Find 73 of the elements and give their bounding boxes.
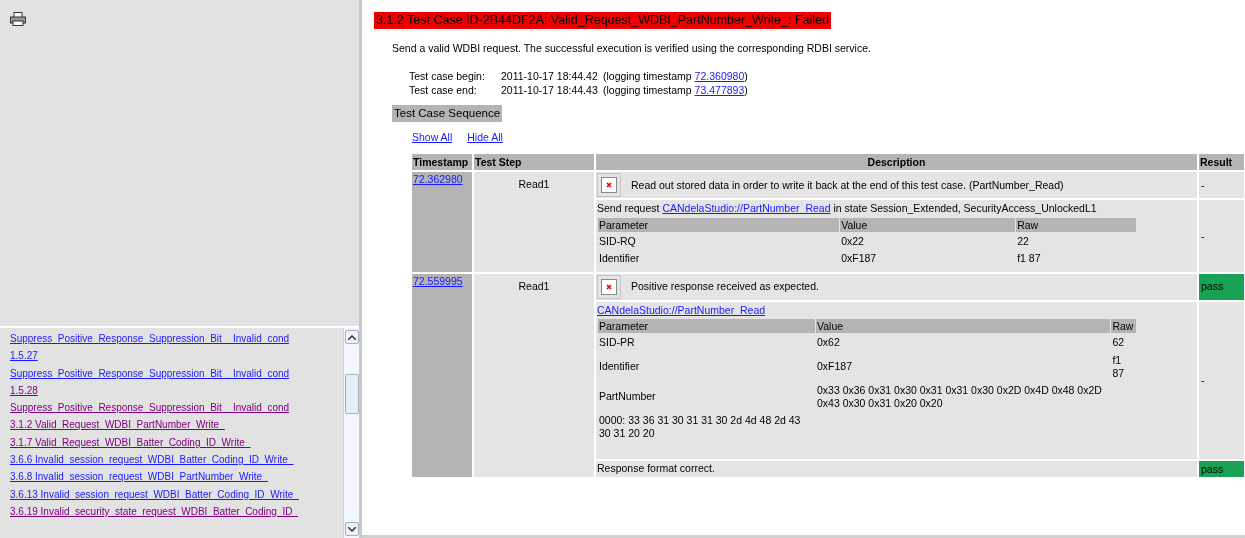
printer-icon[interactable] <box>10 12 26 27</box>
scroll-down-button[interactable] <box>344 522 359 536</box>
column-header: Timestamp <box>412 154 472 170</box>
result-cell: pass <box>1199 460 1244 478</box>
nav-link[interactable]: 3.6.8 Invalid_session_request_WDBI_PartNumber_Write_ <box>10 468 344 486</box>
param-cell-text: 0xF187 <box>816 359 854 375</box>
broken-image-icon <box>601 177 617 193</box>
param-cell-text: PartNumber <box>598 389 657 405</box>
nav-link[interactable]: 3.6.19 Invalid_security_state_request_WDBI_Batter_Coding_ID_ <box>10 502 344 521</box>
time-value: 2011-10-17 18:44.42 <box>501 69 598 82</box>
param-cell-text: 0xF187 <box>840 251 878 267</box>
test-step-text: Read1 <box>518 178 550 190</box>
column-header: Test Step <box>474 154 594 170</box>
hex-dump: 0000: 33 36 31 30 31 31 30 2d 4d 48 2d 43 30 31 20 20 <box>599 414 802 440</box>
section-heading: Test Case Sequence <box>392 104 503 123</box>
param-header: Value <box>816 319 1111 334</box>
nav-link[interactable]: 3.1.7 Valid_Request_WDBI_Batter_Coding_ID_Write_ <box>10 433 344 452</box>
nav-link[interactable]: 3.1.2 Valid_Request_WDBI_PartNumber_Write_ <box>10 416 344 434</box>
step-description: Read out stored data in order to write it back at the end of this test case. (PartNumber_Read) <box>631 178 1064 192</box>
param-cell-text: f1 87 <box>1016 251 1042 267</box>
param-header: Value <box>840 217 1016 232</box>
param-cell-text: 62 <box>1111 335 1126 351</box>
param-cell-text: SID-RQ <box>598 233 637 249</box>
test-case-title: 3.1.2 Test Case ID-2B44DF2A: Valid_Request_WDBI_PartNumber_Write_: Failed <box>374 12 831 29</box>
paren-text: ) <box>744 69 748 82</box>
column-header: Result <box>1199 154 1244 170</box>
nav-link[interactable]: Suppress_Positive_Response_Suppression_Bit__Invalid_cond <box>10 330 344 348</box>
param-cell-text: 0x33 0x36 0x31 0x30 0x31 0x31 0x30 0x2D 0x4D 0x48 0x2D 0x43 0x30 0x31 0x20 0x20 <box>816 383 1103 411</box>
nav-link[interactable]: 1.5.28 <box>10 381 344 400</box>
nav-link[interactable]: 3.6.6 Invalid_session_request_WDBI_Batter_Coding_ID_Write_ <box>10 451 344 469</box>
timestamp-label: (logging timestamp <box>603 69 693 82</box>
nav-link[interactable]: 1.5.27 <box>10 347 344 365</box>
chevron-up-icon <box>347 334 356 340</box>
service-link[interactable]: CANdelaStudio://PartNumber_Read <box>662 202 831 214</box>
timestamp-label: (logging timestamp <box>603 83 693 96</box>
param-cell-text: 22 <box>1016 233 1030 249</box>
service-link[interactable]: CANdelaStudio://PartNumber_Read <box>597 303 766 316</box>
note-text: Response format correct. <box>597 461 715 474</box>
timestamp-link[interactable]: 72.362980 <box>413 173 463 185</box>
paren-text: ) <box>744 83 748 96</box>
scrollbar-thumb[interactable] <box>344 374 359 414</box>
time-value: 2011-10-17 18:44.43 <box>501 83 598 96</box>
chevron-down-icon <box>347 526 356 532</box>
param-cell-text: Identifier <box>598 251 641 267</box>
param-cell-text: SID-PR <box>598 335 636 351</box>
nav-link[interactable]: 3.6.13 Invalid_session_request_WDBI_Batter_Coding_ID_Write_ <box>10 485 344 503</box>
toggle-link[interactable]: Hide All <box>467 131 503 144</box>
request-state: in state Session_Extended, SecurityAccess_UnlockedL1 <box>832 202 1097 214</box>
timestamp-link[interactable]: 72.559995 <box>413 274 463 287</box>
column-header: Description <box>596 154 1197 170</box>
param-cell-text: 0x22 <box>840 233 865 249</box>
test-step-text: Read1 <box>518 279 550 292</box>
result-cell: - <box>1199 172 1244 198</box>
broken-image-icon <box>601 278 617 295</box>
request-label: Send request <box>597 202 661 214</box>
scroll-up-button[interactable] <box>344 330 359 344</box>
time-label: Test case end: <box>409 82 478 97</box>
nav-link[interactable]: Suppress_Positive_Response_Suppression_Bit__Invalid_cond <box>10 364 344 382</box>
step-description: Positive response received as expected. <box>631 280 819 294</box>
param-header: Raw <box>1111 319 1136 334</box>
result-cell: - <box>1199 200 1244 272</box>
result-cell: - <box>1199 301 1244 459</box>
result-cell: pass <box>1199 273 1244 300</box>
param-header: Parameter <box>598 217 840 232</box>
param-header: Parameter <box>598 319 815 334</box>
param-cell-text: f1 87 <box>1111 352 1126 381</box>
param-header: Raw <box>1016 217 1136 232</box>
time-label: Test case begin: <box>409 68 486 83</box>
param-cell-text: 0x62 <box>816 335 841 351</box>
param-cell-text: Identifier <box>598 359 641 375</box>
nav-link[interactable]: Suppress_Positive_Response_Suppression_Bit__Invalid_cond <box>10 399 344 417</box>
toggle-link[interactable]: Show All <box>412 131 453 144</box>
description-text: Send a valid WDBI request. The successful execution is verified using the corresponding RDBI service. <box>392 42 872 55</box>
